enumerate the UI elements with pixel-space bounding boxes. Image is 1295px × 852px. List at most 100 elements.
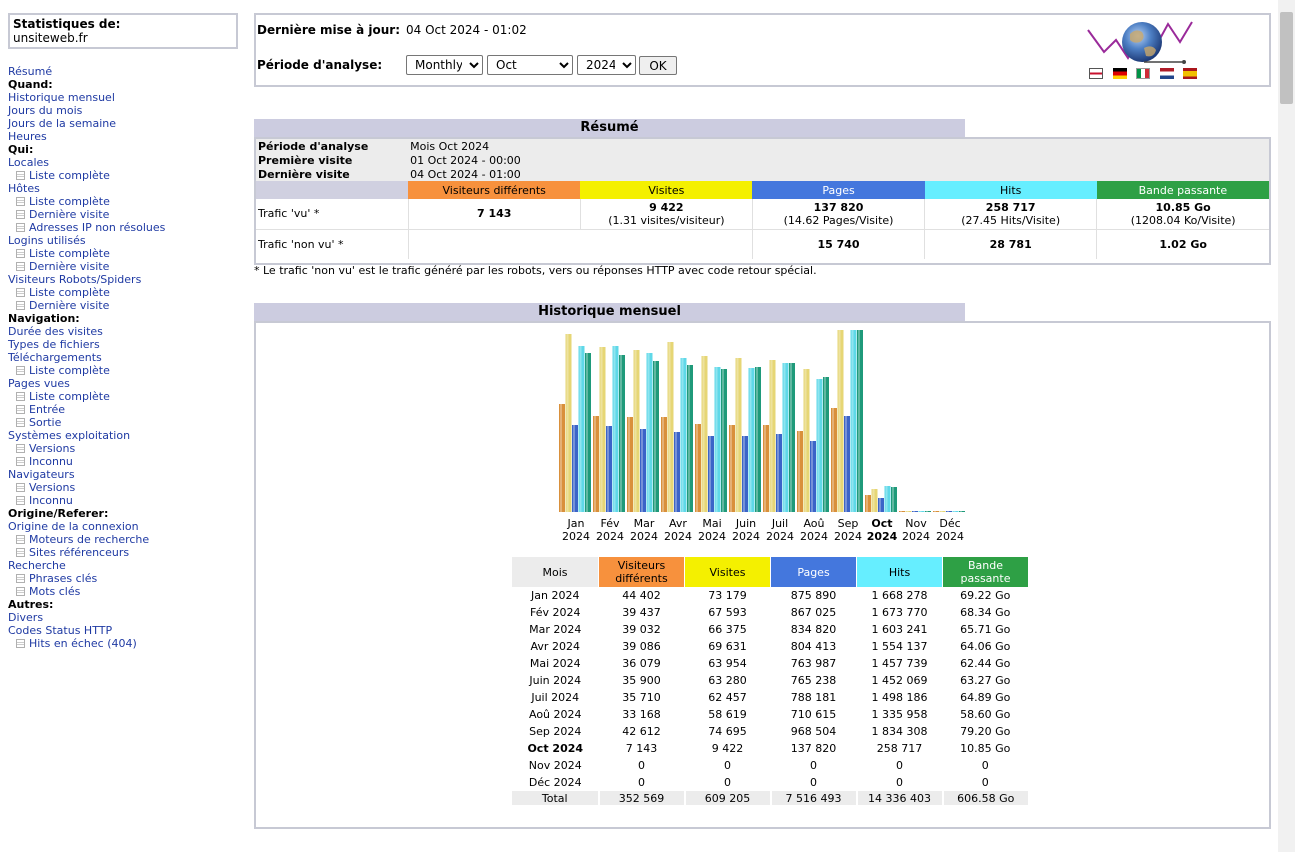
period-month-select[interactable]: Oct bbox=[487, 55, 573, 75]
menu-item-heures[interactable]: Heures bbox=[8, 130, 238, 143]
menu-link[interactable]: Dernière visite bbox=[29, 208, 109, 221]
menu-subitem-liste-complete[interactable]: Liste complète bbox=[8, 286, 238, 299]
menu-link[interactable]: Heures bbox=[8, 130, 47, 143]
menu-link[interactable]: Inconnu bbox=[29, 494, 73, 507]
menu-link[interactable]: Résumé bbox=[8, 65, 52, 78]
menu-link[interactable]: Visiteurs Robots/Spiders bbox=[8, 273, 141, 286]
menu-link[interactable]: Liste complète bbox=[29, 247, 110, 260]
period-type-select[interactable]: Monthly bbox=[406, 55, 483, 75]
menu-link[interactable]: Liste complète bbox=[29, 195, 110, 208]
menu-subitem-liste-complete[interactable]: Liste complète bbox=[8, 247, 238, 260]
flag-es-icon[interactable] bbox=[1183, 68, 1197, 79]
menu-link[interactable]: Systèmes exploitation bbox=[8, 429, 130, 442]
bar-highlight bbox=[607, 426, 609, 512]
menu-link[interactable]: Logins utilisés bbox=[8, 234, 86, 247]
bar-highlight bbox=[892, 487, 894, 512]
menu-subitem-sortie[interactable]: Sortie bbox=[8, 416, 238, 429]
menu-item-jours-de-la-semaine[interactable]: Jours de la semaine bbox=[8, 117, 238, 130]
flag-it-icon[interactable] bbox=[1136, 68, 1150, 79]
ok-button[interactable]: OK bbox=[639, 56, 677, 75]
menu-subitem-liste-complete[interactable]: Liste complète bbox=[8, 169, 238, 182]
menu-link[interactable]: Versions bbox=[29, 442, 75, 455]
menu-item-navigateurs[interactable]: Navigateurs bbox=[8, 468, 238, 481]
menu-link[interactable]: Liste complète bbox=[29, 390, 110, 403]
menu-link[interactable]: Sites référenceurs bbox=[29, 546, 129, 559]
total-visitors: 352 569 bbox=[597, 791, 685, 805]
menu-link[interactable]: Pages vues bbox=[8, 377, 70, 390]
menu-item-divers[interactable]: Divers bbox=[8, 611, 238, 624]
menu-subitem-inconnu[interactable]: Inconnu bbox=[8, 455, 238, 468]
menu-subitem-versions[interactable]: Versions bbox=[8, 442, 238, 455]
scrollbar-thumb[interactable] bbox=[1280, 12, 1293, 104]
menu-link[interactable]: Recherche bbox=[8, 559, 66, 572]
flag-en-icon[interactable] bbox=[1089, 68, 1103, 79]
period-year-select[interactable]: 2024 bbox=[577, 55, 636, 75]
menu-link[interactable]: Liste complète bbox=[29, 169, 110, 182]
site-box: Statistiques de: unsiteweb.fr bbox=[8, 13, 238, 49]
menu-subitem-liste-complete[interactable]: Liste complète bbox=[8, 195, 238, 208]
menu-link[interactable]: Types de fichiers bbox=[8, 338, 100, 351]
menu-link[interactable]: Téléchargements bbox=[8, 351, 102, 364]
menu-link[interactable]: Dernière visite bbox=[29, 299, 109, 312]
menu-link[interactable]: Origine de la connexion bbox=[8, 520, 139, 533]
menu-link[interactable]: Locales bbox=[8, 156, 49, 169]
menu-item-pages-vues[interactable]: Pages vues bbox=[8, 377, 238, 390]
menu-subitem-versions[interactable]: Versions bbox=[8, 481, 238, 494]
menu-item-duree-des-visites[interactable]: Durée des visites bbox=[8, 325, 238, 338]
menu-subitem-derniere-visite[interactable]: Dernière visite bbox=[8, 299, 238, 312]
menu-link[interactable]: Dernière visite bbox=[29, 260, 109, 273]
menu-subitem-liste-complete[interactable]: Liste complète bbox=[8, 390, 238, 403]
list-bullet-icon bbox=[16, 405, 25, 414]
vertical-scrollbar[interactable] bbox=[1278, 0, 1295, 852]
menu-link[interactable]: Divers bbox=[8, 611, 43, 624]
list-bullet-icon bbox=[16, 249, 25, 258]
menu-link[interactable]: Durée des visites bbox=[8, 325, 103, 338]
col-bandwidth: Bande passante bbox=[1096, 181, 1269, 199]
menu-subitem-adresses-ip-non-resolues[interactable]: Adresses IP non résolues bbox=[8, 221, 238, 234]
menu-item-logins-utilises[interactable]: Logins utilisés bbox=[8, 234, 238, 247]
menu-item-visiteurs-robots-spiders[interactable]: Visiteurs Robots/Spiders bbox=[8, 273, 238, 286]
flag-de-icon[interactable] bbox=[1112, 68, 1127, 79]
menu-subitem-hits-en-echec-404[interactable]: Hits en échec (404) bbox=[8, 637, 238, 650]
menu-link[interactable]: Hits en échec (404) bbox=[29, 637, 137, 650]
menu-link[interactable]: Inconnu bbox=[29, 455, 73, 468]
menu-item-recherche[interactable]: Recherche bbox=[8, 559, 238, 572]
menu-link[interactable]: Versions bbox=[29, 481, 75, 494]
menu-subitem-derniere-visite[interactable]: Dernière visite bbox=[8, 208, 238, 221]
menu-link[interactable]: Entrée bbox=[29, 403, 65, 416]
menu-link[interactable]: Mots clés bbox=[29, 585, 80, 598]
menu-subitem-derniere-visite[interactable]: Dernière visite bbox=[8, 260, 238, 273]
menu-link[interactable]: Jours de la semaine bbox=[8, 117, 116, 130]
menu-item-telechargements[interactable]: Téléchargements bbox=[8, 351, 238, 364]
menu-link[interactable]: Jours du mois bbox=[8, 104, 82, 117]
menu-item-codes-status-http[interactable]: Codes Status HTTP bbox=[8, 624, 238, 637]
flag-nl-icon[interactable] bbox=[1159, 68, 1174, 79]
menu-subitem-phrases-cles[interactable]: Phrases clés bbox=[8, 572, 238, 585]
menu-link[interactable]: Moteurs de recherche bbox=[29, 533, 149, 546]
menu-link[interactable]: Historique mensuel bbox=[8, 91, 115, 104]
menu-item-origine-de-la-connexion[interactable]: Origine de la connexion bbox=[8, 520, 238, 533]
menu-item-resume[interactable]: Résumé bbox=[8, 65, 238, 78]
menu-subitem-entree[interactable]: Entrée bbox=[8, 403, 238, 416]
menu-link[interactable]: Codes Status HTTP bbox=[8, 624, 112, 637]
menu-link[interactable]: Sortie bbox=[29, 416, 61, 429]
menu-subitem-inconnu[interactable]: Inconnu bbox=[8, 494, 238, 507]
menu-link[interactable]: Liste complète bbox=[29, 364, 110, 377]
menu-subitem-moteurs-de-recherche[interactable]: Moteurs de recherche bbox=[8, 533, 238, 546]
menu-link[interactable]: Liste complète bbox=[29, 286, 110, 299]
menu-item-systemes-exploitation[interactable]: Systèmes exploitation bbox=[8, 429, 238, 442]
menu-link[interactable]: Hôtes bbox=[8, 182, 40, 195]
menu-subitem-sites-referenceurs[interactable]: Sites référenceurs bbox=[8, 546, 238, 559]
month-value-cell: 968 504 bbox=[790, 725, 837, 738]
menu-subitem-mots-cles[interactable]: Mots clés bbox=[8, 585, 238, 598]
menu-link[interactable]: Navigateurs bbox=[8, 468, 75, 481]
menu-item-jours-du-mois[interactable]: Jours du mois bbox=[8, 104, 238, 117]
menu-link[interactable]: Adresses IP non résolues bbox=[29, 221, 165, 234]
month-value-cell: 875 890 bbox=[790, 589, 837, 602]
menu-item-historique-mensuel[interactable]: Historique mensuel bbox=[8, 91, 238, 104]
menu-subitem-liste-complete[interactable]: Liste complète bbox=[8, 364, 238, 377]
menu-item-types-de-fichiers[interactable]: Types de fichiers bbox=[8, 338, 238, 351]
menu-link[interactable]: Phrases clés bbox=[29, 572, 97, 585]
menu-item-hotes[interactable]: Hôtes bbox=[8, 182, 238, 195]
menu-item-locales[interactable]: Locales bbox=[8, 156, 238, 169]
